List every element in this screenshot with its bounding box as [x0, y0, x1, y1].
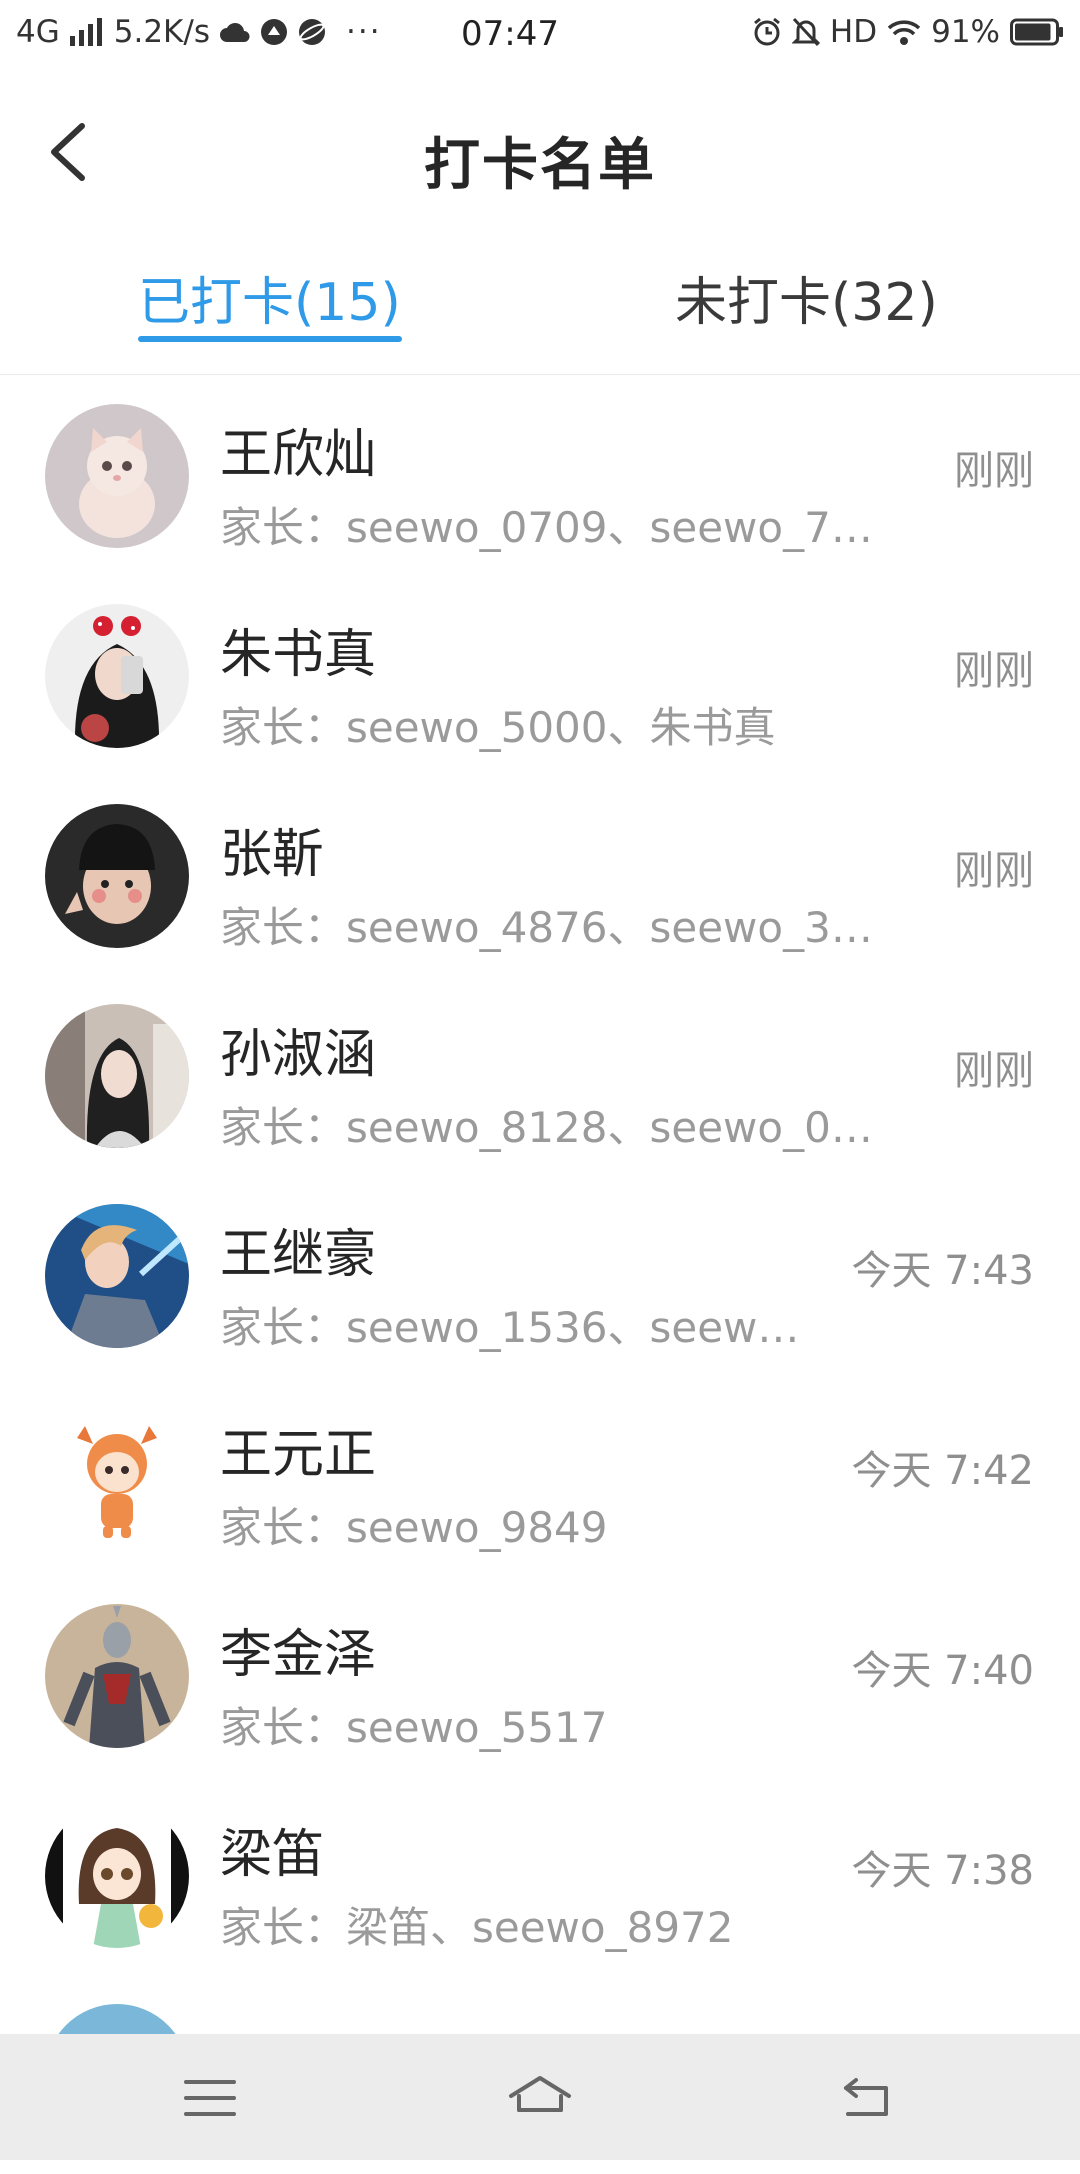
menu-button[interactable]: [180, 2070, 240, 2126]
girl-selfie-avatar-icon: [45, 604, 189, 748]
checkin-time: 刚刚: [954, 648, 1034, 694]
student-name: 王元正: [220, 1425, 377, 1485]
mute-bell-icon: [791, 17, 820, 47]
student-name: 王继豪: [220, 1225, 377, 1285]
system-nav-bar: [0, 2034, 1080, 2160]
checkin-time: 今天 7:40: [851, 1648, 1034, 1694]
checkin-time: 刚刚: [954, 848, 1034, 894]
header: 打卡名单: [0, 72, 1080, 232]
student-name: 李金泽: [220, 1625, 377, 1685]
status-bar: 4G 5.2K/s ··· 07:47 HD 91%: [0, 0, 1080, 72]
anime-girl-avatar-icon: [45, 1804, 189, 1948]
return-icon: [844, 2078, 888, 2116]
avatar: [45, 1604, 189, 1748]
avatar: [45, 404, 189, 548]
network-type: 4G: [16, 14, 60, 50]
wifi-icon: [887, 20, 921, 45]
parent-accounts: 家长：梁笛、seewo_8972: [220, 1903, 734, 1952]
battery-icon: [1010, 18, 1063, 46]
list-item[interactable]: 李金泽 家长：seewo_5517 今天 7:40: [0, 1574, 1080, 1774]
cloud-icon: [219, 23, 250, 42]
parent-accounts: 家长：seewo_0709、seewo_7…: [220, 503, 873, 552]
kitten-avatar-icon: [45, 404, 189, 548]
checkin-time: 今天 7:42: [851, 1448, 1034, 1494]
parent-accounts: 家长：seewo_1536、seew…: [220, 1303, 800, 1352]
battery-percent: 91%: [931, 14, 1000, 50]
parent-accounts: 家长：seewo_9849: [220, 1503, 608, 1552]
student-name: 张靳: [220, 825, 325, 885]
active-tab-indicator: [138, 336, 402, 342]
avatar: [45, 1804, 189, 1948]
clock: 07:47: [461, 14, 559, 54]
checkin-time: 刚刚: [954, 448, 1034, 494]
planet-app-icon: [298, 19, 325, 45]
girl-portrait-avatar-icon: [45, 1004, 189, 1148]
student-name: 朱书真: [220, 625, 377, 685]
tab-checked-in[interactable]: 已打卡(15): [138, 260, 401, 335]
status-right: HD 91%: [752, 14, 1064, 50]
child-beanie-avatar-icon: [45, 804, 189, 948]
list-item[interactable]: 王继豪 家长：seewo_1536、seew… 今天 7:43: [0, 1174, 1080, 1374]
avatar: [45, 804, 189, 948]
menu-icon: [184, 2080, 236, 2116]
avatar: [45, 1404, 189, 1548]
more-notifications: ···: [345, 14, 382, 50]
list-item[interactable]: 梁笛 家长：梁笛、seewo_8972 今天 7:38: [0, 1774, 1080, 1974]
parent-accounts: 家长：seewo_8128、seewo_0…: [220, 1103, 873, 1152]
avatar: [45, 1204, 189, 1348]
avatar: [45, 1004, 189, 1148]
checkin-time: 今天 7:43: [851, 1248, 1034, 1294]
back-nav-button[interactable]: [838, 2070, 898, 2126]
list-item[interactable]: 孙淑涵 家长：seewo_8128、seewo_0… 刚刚: [0, 974, 1080, 1174]
hd-indicator: HD: [829, 14, 878, 50]
game-hero-avatar-icon: [45, 1204, 189, 1348]
list-item[interactable]: 王欣灿 家长：seewo_0709、seewo_7… 刚刚: [0, 374, 1080, 574]
student-name: 王欣灿: [220, 425, 377, 485]
status-left: 4G 5.2K/s ···: [16, 14, 382, 50]
home-icon: [509, 2076, 571, 2112]
app-notification-icon: [260, 19, 287, 45]
ultraman-figure-avatar-icon: [45, 1604, 189, 1748]
tab-bar: 已打卡(15) 未打卡(32): [0, 232, 1080, 375]
list-item[interactable]: 朱书真 家长：seewo_5000、朱书真 刚刚: [0, 574, 1080, 774]
signal-icon: [69, 18, 102, 46]
student-name: 孙淑涵: [220, 1025, 377, 1085]
parent-accounts: 家长：seewo_4876、seewo_3…: [220, 903, 873, 952]
checkin-time: 刚刚: [954, 1048, 1034, 1094]
page-title: 打卡名单: [424, 133, 656, 198]
parent-accounts: 家长：seewo_5517: [220, 1703, 608, 1752]
list-item[interactable]: 张靳 家长：seewo_4876、seewo_3… 刚刚: [0, 774, 1080, 974]
deer-cartoon-avatar-icon: [45, 1404, 189, 1548]
list-item[interactable]: 王元正 家长：seewo_9849 今天 7:42: [0, 1374, 1080, 1574]
alarm-icon: [753, 17, 780, 46]
tab-not-checked-in[interactable]: 未打卡(32): [675, 260, 938, 335]
home-button[interactable]: [505, 2070, 575, 2126]
student-name: 梁笛: [220, 1825, 325, 1885]
network-speed: 5.2K/s: [113, 14, 210, 50]
avatar: [45, 604, 189, 748]
parent-accounts: 家长：seewo_5000、朱书真: [220, 703, 776, 752]
checkin-time: 今天 7:38: [851, 1848, 1034, 1894]
